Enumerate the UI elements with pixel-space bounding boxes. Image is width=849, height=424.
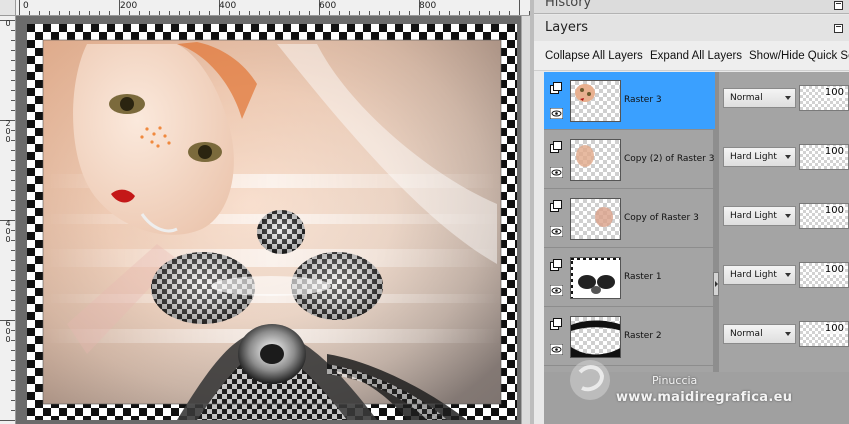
blend-mode-value: Normal bbox=[730, 93, 763, 103]
blend-mode-value: Normal bbox=[730, 329, 763, 339]
chevron-down-icon bbox=[785, 332, 791, 336]
eye-icon[interactable] bbox=[550, 344, 563, 355]
layers-toolbar: Collapse All Layers Expand All Layers Sh… bbox=[534, 41, 849, 71]
ruler-top-label: 200 bbox=[120, 1, 138, 11]
pin-icon[interactable] bbox=[834, 24, 843, 33]
ruler-top-label: 800 bbox=[419, 1, 437, 11]
layer-visibility-icon[interactable] bbox=[550, 82, 563, 95]
pin-icon[interactable] bbox=[834, 1, 843, 10]
layer-visibility-icon[interactable] bbox=[550, 318, 563, 331]
chevron-down-icon bbox=[785, 155, 791, 159]
layer-properties-copy-2-of-raster-3: Hard Light 100 bbox=[719, 131, 849, 189]
layer-name: Raster 2 bbox=[624, 331, 662, 341]
opacity-field[interactable]: 100 bbox=[799, 85, 849, 111]
layer-properties-raster-1: Hard Light 100 bbox=[719, 249, 849, 307]
ruler-top-label: 0 bbox=[23, 1, 29, 11]
layer-row-raster-3[interactable]: Raster 3 bbox=[544, 72, 715, 130]
layer-thumbnail bbox=[570, 257, 621, 299]
collapse-all-layers-button[interactable]: Collapse All Layers bbox=[545, 50, 643, 62]
watermark-url: www.maidiregrafica.eu bbox=[616, 390, 793, 405]
eye-icon[interactable] bbox=[550, 226, 563, 237]
opacity-field[interactable]: 100 bbox=[799, 262, 849, 288]
opacity-field[interactable]: 100 bbox=[799, 144, 849, 170]
ruler-horizontal[interactable]: 0 200 400 600 800 bbox=[16, 0, 530, 16]
ruler-left-label: 0 bbox=[5, 19, 11, 28]
opacity-value: 100 bbox=[823, 205, 845, 216]
show-hide-quick-search-button[interactable]: Show/Hide Quick Se bbox=[749, 50, 849, 62]
vertical-scrollbar[interactable] bbox=[521, 16, 530, 424]
blend-mode-dropdown[interactable]: Normal bbox=[723, 324, 796, 344]
layer-properties-raster-2: Normal 100 bbox=[719, 308, 849, 366]
opacity-field[interactable]: 100 bbox=[799, 203, 849, 229]
chevron-down-icon bbox=[785, 96, 791, 100]
layer-name: Raster 1 bbox=[624, 272, 662, 282]
ruler-top-label: 400 bbox=[219, 1, 237, 11]
layer-visibility-icon[interactable] bbox=[550, 259, 563, 272]
layers-panel: Raster 3 Normal 100 Copy (2) of Raster 3… bbox=[544, 72, 849, 424]
blend-mode-value: Hard Light bbox=[730, 211, 777, 221]
image-canvas[interactable] bbox=[27, 24, 517, 420]
expand-all-layers-button[interactable]: Expand All Layers bbox=[650, 50, 742, 62]
canvas-area[interactable]: 0 200 400 600 800 0 200 400 600 bbox=[0, 0, 530, 424]
ruler-top-label: 600 bbox=[319, 1, 337, 11]
layer-thumbnail bbox=[570, 80, 621, 122]
blend-mode-value: Hard Light bbox=[730, 152, 777, 162]
side-panels: History Layers Collapse All Layers Expan… bbox=[530, 0, 849, 424]
history-palette-header[interactable]: History bbox=[534, 0, 849, 14]
chevron-down-icon bbox=[785, 273, 791, 277]
layer-name: Raster 3 bbox=[624, 95, 662, 105]
history-title: History bbox=[545, 0, 592, 10]
layer-visibility-icon[interactable] bbox=[550, 200, 563, 213]
layer-row-raster-1[interactable]: Raster 1 bbox=[544, 249, 715, 307]
ruler-vertical[interactable]: 0 200 400 600 bbox=[0, 16, 16, 424]
artwork bbox=[27, 24, 517, 420]
blend-mode-dropdown[interactable]: Hard Light bbox=[723, 265, 796, 285]
layers-title: Layers bbox=[545, 20, 589, 35]
layer-name: Copy (2) of Raster 3 bbox=[624, 154, 715, 164]
layer-row-copy-of-raster-3[interactable]: Copy of Raster 3 bbox=[544, 190, 715, 248]
blend-mode-dropdown[interactable]: Normal bbox=[723, 88, 796, 108]
ruler-left-label: 200 bbox=[5, 119, 11, 144]
layer-thumbnail bbox=[570, 139, 621, 181]
blend-mode-dropdown[interactable]: Hard Light bbox=[723, 206, 796, 226]
blend-mode-dropdown[interactable]: Hard Light bbox=[723, 147, 796, 167]
opacity-value: 100 bbox=[823, 87, 845, 98]
app-window: 0 200 400 600 800 0 200 400 600 History … bbox=[0, 0, 849, 424]
layer-properties-copy-of-raster-3: Hard Light 100 bbox=[719, 190, 849, 248]
chevron-down-icon bbox=[785, 214, 791, 218]
layer-thumbnail bbox=[570, 316, 621, 358]
layer-properties-raster-3: Normal 100 bbox=[719, 72, 849, 130]
layers-palette-header[interactable]: Layers bbox=[534, 15, 849, 41]
watermark-name: Pinuccia bbox=[652, 374, 698, 387]
eye-icon[interactable] bbox=[550, 167, 563, 178]
blend-mode-value: Hard Light bbox=[730, 270, 777, 280]
ruler-left-label: 400 bbox=[5, 219, 11, 244]
eye-icon[interactable] bbox=[550, 108, 563, 119]
layer-name: Copy of Raster 3 bbox=[624, 213, 699, 223]
opacity-value: 100 bbox=[823, 323, 845, 334]
ruler-left-label: 600 bbox=[5, 319, 11, 344]
opacity-value: 100 bbox=[823, 264, 845, 275]
layer-row-raster-2[interactable]: Raster 2 bbox=[544, 308, 715, 366]
ruler-horizontal-ticks bbox=[19, 0, 530, 15]
layer-thumbnail bbox=[570, 198, 621, 240]
opacity-value: 100 bbox=[823, 146, 845, 157]
layer-row-copy-2-of-raster-3[interactable]: Copy (2) of Raster 3 bbox=[544, 131, 715, 189]
ruler-corner bbox=[0, 0, 16, 16]
layer-visibility-icon[interactable] bbox=[550, 141, 563, 154]
eye-icon[interactable] bbox=[550, 285, 563, 296]
opacity-field[interactable]: 100 bbox=[799, 321, 849, 347]
